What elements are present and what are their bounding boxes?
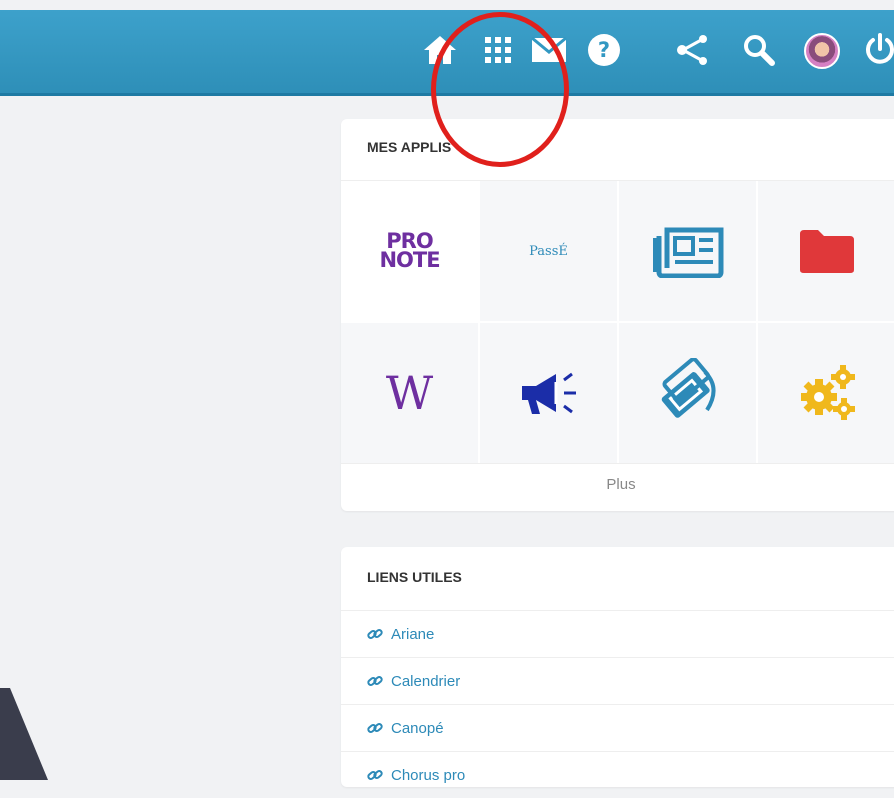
passe-icon: PassÉ: [529, 243, 568, 259]
link-label: Canopé: [391, 719, 444, 737]
link-icon: [367, 626, 383, 642]
link-canope[interactable]: Canopé: [341, 705, 894, 752]
app-tile-pronote[interactable]: PRO NOTE: [341, 181, 478, 321]
link-icon: [367, 673, 383, 689]
links-panel: LIENS UTILES Ariane Calendrier Canopé Ch…: [341, 547, 894, 787]
app-tile-passe[interactable]: PassÉ: [480, 181, 617, 321]
link-icon: [367, 720, 383, 736]
apps-panel-title: MES APPLIS: [341, 119, 894, 181]
link-label: Ariane: [391, 625, 435, 643]
app-tile-tickets[interactable]: [619, 323, 756, 463]
apps-grid: PRO NOTE PassÉ W: [341, 181, 894, 463]
folder-icon: [799, 230, 854, 273]
links-panel-title: LIENS UTILES: [341, 547, 894, 611]
share-icon[interactable]: [672, 30, 712, 70]
link-ariane[interactable]: Ariane: [341, 611, 894, 658]
link-label: Chorus pro: [391, 766, 466, 784]
newspaper-icon: [652, 227, 723, 278]
top-navigation-bar: ?: [0, 10, 894, 96]
power-icon[interactable]: [860, 30, 894, 70]
link-chorus-pro[interactable]: Chorus pro: [341, 752, 894, 798]
apps-panel: MES APPLIS PRO NOTE PassÉ W Plus: [341, 119, 894, 511]
search-icon[interactable]: [739, 30, 779, 70]
app-tile-newspaper[interactable]: [619, 181, 756, 321]
more-apps-link[interactable]: Plus: [341, 463, 894, 512]
app-tile-wikipedia[interactable]: W: [341, 323, 478, 463]
app-tile-folder[interactable]: [758, 181, 894, 321]
link-calendrier[interactable]: Calendrier: [341, 658, 894, 705]
app-tile-megaphone[interactable]: [480, 323, 617, 463]
gears-icon: [800, 365, 855, 420]
link-icon: [367, 767, 383, 783]
avatar[interactable]: [804, 33, 840, 69]
pronote-logo-line-2: NOTE: [379, 248, 440, 272]
apps-grid-icon[interactable]: [478, 30, 518, 70]
link-label: Calendrier: [391, 672, 461, 690]
background-decoration: [0, 688, 48, 780]
svg-text:?: ?: [598, 38, 610, 62]
pronote-icon: PRO NOTE: [379, 231, 440, 272]
wikipedia-icon: W: [385, 366, 434, 420]
tickets-icon: [661, 358, 715, 418]
home-icon[interactable]: [420, 30, 460, 70]
app-tile-settings[interactable]: [758, 323, 894, 463]
help-icon[interactable]: ?: [584, 30, 624, 70]
megaphone-icon: [521, 372, 576, 414]
mail-icon[interactable]: [529, 30, 569, 70]
